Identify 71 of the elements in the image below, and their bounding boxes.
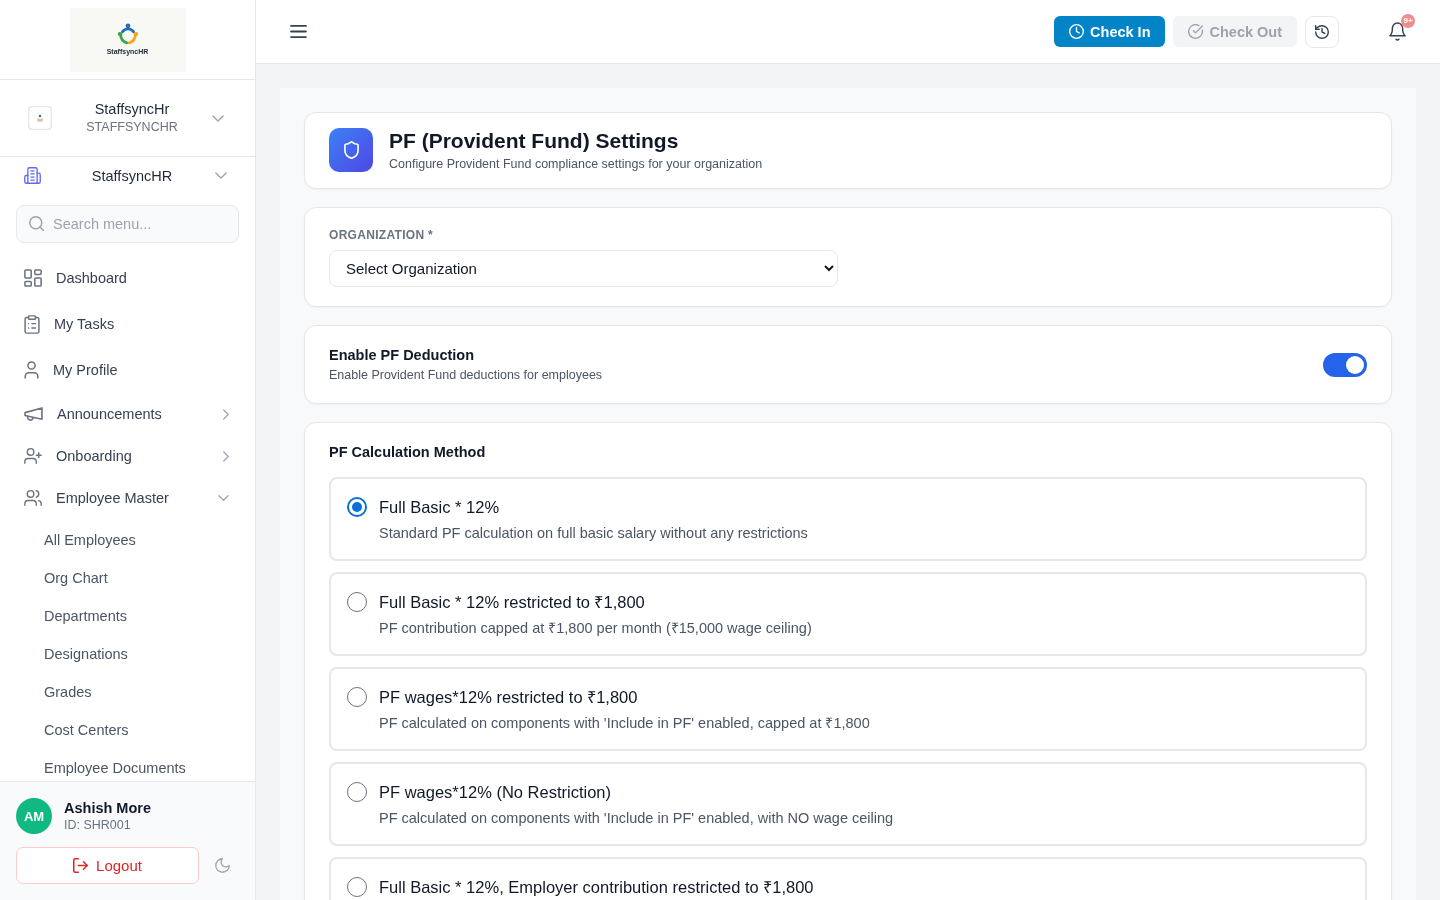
user-icon [24,361,39,379]
nav-subitem[interactable]: Employee Documents [0,749,255,781]
method-option[interactable]: PF wages*12% restricted to ₹1,800 PF calculated on components with 'Include in PF' enabled, capped at ₹1,800 [329,667,1367,751]
field-label: ORGANIZATION * [329,228,433,242]
user-id: ID: SHR001 [64,818,132,833]
nav-item[interactable]: My Profile [0,347,255,393]
radio-button[interactable] [347,877,367,897]
menu-icon[interactable] [290,25,307,38]
org-logo-icon [28,106,52,130]
page-subtitle: Configure Provident Fund compliance settings for your organization [389,156,763,172]
check-in-button[interactable]: Check In [1054,16,1166,47]
section-title: PF Calculation Method [329,443,487,461]
nav-subitem[interactable]: Departments [0,597,255,635]
option-description: PF calculated on components with 'Include in PF' enabled, with NO wage ceiling [379,809,894,828]
bell-icon[interactable] [1389,22,1406,41]
setting-title: Enable PF Deduction [329,346,475,364]
method-option[interactable]: Full Basic * 12% Standard PF calculation on full basic salary without any restrictions [329,477,1367,561]
megaphone-icon [24,406,43,422]
people-logo-icon [116,23,139,45]
chevron-down-icon[interactable] [212,114,224,122]
option-description: PF contribution capped at ₹1,800 per month (₹15,000 wage ceiling) [379,619,812,638]
option-title: Full Basic * 12%, Employer contribution restricted to ₹1,800 [379,877,814,898]
toggle-switch[interactable] [1323,352,1367,377]
radio-button[interactable] [347,687,367,707]
nav-item[interactable]: My Tasks [0,301,255,347]
nav-subitem[interactable]: Designations [0,635,255,673]
nav-subitem[interactable]: Grades [0,673,255,711]
grid-icon [24,269,42,287]
building-icon [24,167,41,184]
history-icon [1315,24,1329,39]
clipboard-icon [24,314,40,334]
notification-badge: 9+ [1401,14,1415,28]
method-option[interactable]: Full Basic * 12% restricted to ₹1,800 PF contribution capped at ₹1,800 per month (₹15,000 wage ceiling) [329,572,1367,656]
chevron-down-icon[interactable] [215,172,227,179]
company-name: StaffsyncHR [91,167,173,184]
nav-subitem[interactable]: All Employees [0,521,255,559]
organization-code: STAFFSYNCHR [86,120,178,135]
option-title: PF wages*12% restricted to ₹1,800 [379,687,639,708]
logout-button[interactable]: Logout [16,847,199,884]
option-title: PF wages*12% (No Restriction) [379,782,612,803]
organization-select[interactable]: Select Organization [329,250,838,287]
nav-item[interactable]: Dashboard [0,255,255,301]
option-title: Full Basic * 12% restricted to ₹1,800 [379,592,646,613]
page-title: PF (Provident Fund) Settings [389,128,680,154]
method-option[interactable]: PF wages*12% (No Restriction) PF calculated on components with 'Include in PF' enabled, with NO wage ceiling [329,762,1367,846]
search-field[interactable]: Search menu... [16,205,239,243]
check-circle-icon [1188,24,1204,39]
users-icon [24,489,42,507]
shield-icon [329,128,373,172]
nav-subitem[interactable]: Cost Centers [0,711,255,749]
user-name: Ashish More [64,799,151,817]
search-icon [29,216,44,231]
organization-name: StaffsyncHr [94,101,170,118]
history-button[interactable] [1305,15,1339,48]
user-avatar: AM [16,798,52,834]
option-title: Full Basic * 12% [379,497,501,518]
nav-item[interactable]: Employee Master [0,477,255,519]
clock-icon [1069,24,1085,39]
setting-description: Enable Provident Fund deductions for employees [329,367,603,383]
radio-button[interactable] [347,782,367,802]
user-plus-icon [24,447,42,465]
option-description: Standard PF calculation on full basic salary without any restrictions [379,524,808,543]
radio-button[interactable] [347,592,367,612]
nav-item[interactable]: Onboarding [0,435,255,477]
nav-item[interactable]: Announcements [0,393,255,435]
nav-subitem[interactable]: Org Chart [0,559,255,597]
moon-icon[interactable] [215,858,230,873]
method-option[interactable]: Full Basic * 12%, Employer contribution restricted to ₹1,800 [329,857,1367,900]
option-description: PF calculated on components with 'Include in PF' enabled, capped at ₹1,800 [379,714,870,733]
radio-button[interactable] [347,497,367,517]
logout-icon [73,858,89,873]
